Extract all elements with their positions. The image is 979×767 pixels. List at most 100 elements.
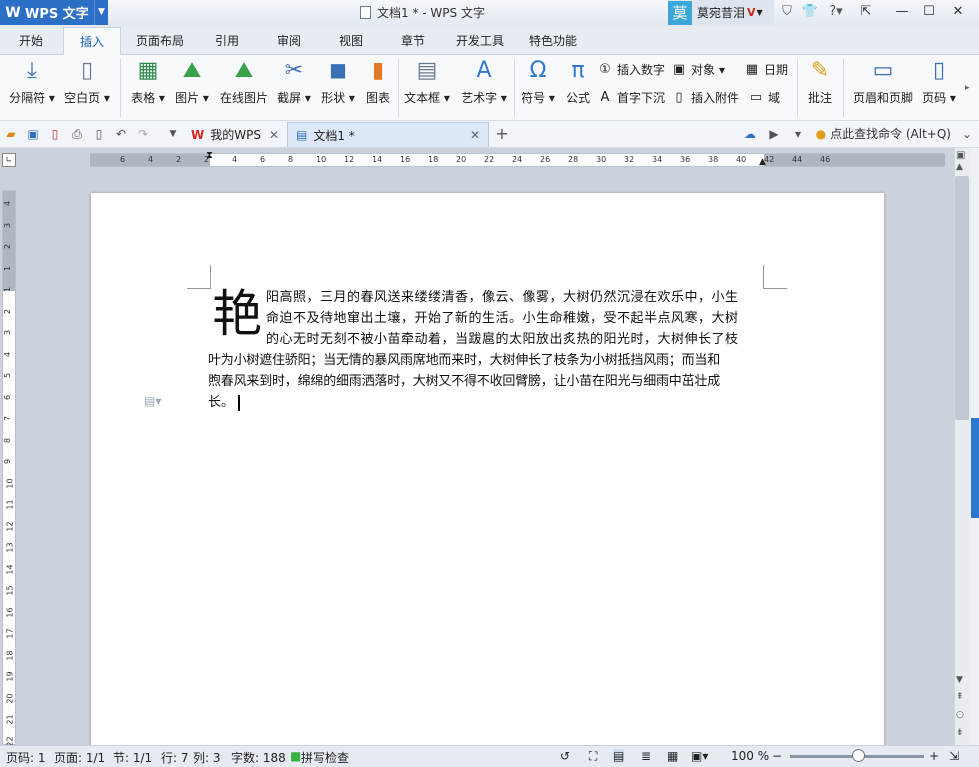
horizontal-ruler[interactable]: 6 4 2 2 4 6 8 10 12 14 16 18 20 22 24 26 28 30 32 34 36 38 40 4… — [90, 153, 945, 167]
app-menu-button[interactable]: W WPS 文字 ▼ — [0, 0, 108, 25]
status-word-count[interactable]: 字数: 188 — [231, 749, 286, 766]
new-tab-icon[interactable]: + — [493, 125, 511, 143]
minimize-button[interactable]: — — [889, 2, 915, 22]
status-page[interactable]: 页码: 1 — [6, 749, 46, 766]
split-view-icon[interactable]: ▣ — [956, 150, 965, 161]
page-break-button[interactable]: ⤓ 分隔符 ▾ — [6, 57, 58, 106]
chart-button[interactable]: ▮ 图表 — [362, 57, 394, 106]
tab-view[interactable]: 视图 — [328, 27, 374, 55]
zoom-out-icon[interactable]: − — [772, 749, 782, 763]
text-line: 煦春风来到时，绵绵的细雨洒落时，大树又不得不收回臂膀，让小苗在阳光与细雨中茁壮成 — [208, 374, 721, 389]
symbol-button[interactable]: Ω 符号 ▾ — [518, 57, 558, 106]
page-number-button[interactable]: ▯ 页码 ▾ — [920, 57, 958, 106]
zoom-slider-handle[interactable] — [852, 749, 865, 762]
omega-icon: Ω — [529, 58, 547, 83]
textbox-button[interactable]: ▤ 文本框 ▾ — [402, 57, 452, 106]
zoom-in-icon[interactable]: + — [929, 749, 939, 763]
shirt-skin-icon[interactable]: 👕 — [801, 3, 819, 21]
spell-check-button[interactable]: 拼写检查 — [301, 749, 349, 766]
ribbon-expand-icon[interactable]: ▸ — [965, 83, 970, 93]
export-pdf-icon[interactable]: ▯ — [46, 125, 64, 143]
wordart-button[interactable]: A 艺术字 ▾ — [458, 57, 510, 106]
insert-number-button[interactable]: ① 插入数字 — [597, 61, 665, 78]
help-icon[interactable]: ?▾ — [825, 3, 847, 21]
chevron-down-icon[interactable]: ▼ — [757, 8, 763, 17]
redo-icon[interactable]: ↷ — [134, 125, 152, 143]
vip-badge[interactable]: V — [747, 6, 756, 19]
tab-page-layout[interactable]: 页面布局 — [128, 27, 192, 55]
undo-icon[interactable]: ↶ — [112, 125, 130, 143]
screenshot-button[interactable]: ✂ 截屏 ▾ — [274, 57, 314, 106]
full-screen-icon[interactable]: ⛶ — [589, 749, 597, 764]
formula-button[interactable]: π 公式 — [562, 57, 594, 106]
open-folder-icon[interactable]: ▰ — [2, 125, 20, 143]
next-page-icon[interactable]: ⇟ — [956, 728, 964, 738]
tab-section[interactable]: 章节 — [390, 27, 436, 55]
maximize-button[interactable]: ☐ — [916, 2, 942, 22]
paragraph-layout-icon[interactable]: ▤▾ — [144, 394, 161, 408]
customize-toolbar-icon[interactable]: ▼ — [164, 125, 182, 143]
print-icon[interactable]: ⎙ — [68, 125, 86, 143]
indent-marker-icon[interactable]: ⧗ — [206, 150, 213, 161]
command-search[interactable]: ● 点此查找命令 (Alt+Q) — [816, 125, 951, 142]
outline-view-icon[interactable]: ≣ — [641, 749, 651, 763]
tab-insert[interactable]: 插入 — [63, 27, 121, 56]
close-tab-icon[interactable]: ✕ — [470, 128, 480, 142]
zoom-level[interactable]: 100 % — [731, 749, 769, 763]
web-view-icon[interactable]: ▦ — [667, 749, 678, 763]
cloud-icon[interactable]: ☁ — [741, 125, 759, 143]
insert-attachment-button[interactable]: ▯ 插入附件 — [671, 89, 739, 106]
picture-button[interactable]: ⛰ 图片 ▾ — [172, 57, 212, 106]
browse-object-icon[interactable]: ○ — [956, 710, 964, 720]
online-picture-button[interactable]: ⛰ 在线图片 — [218, 57, 270, 106]
fit-page-icon[interactable]: ⇲ — [949, 749, 959, 763]
date-button[interactable]: ▦ 日期 — [744, 61, 788, 78]
chevron-down-icon[interactable]: ⌄ — [958, 125, 976, 143]
scrollbar-thumb[interactable] — [955, 176, 969, 420]
right-indent-marker-icon[interactable]: ▲ — [759, 157, 766, 167]
drop-cap-button[interactable]: A 首字下沉 — [597, 89, 665, 106]
close-button[interactable]: ✕ — [945, 2, 971, 22]
status-section[interactable]: 节: 1/1 — [113, 749, 152, 766]
shield-icon[interactable]: ⛉ — [778, 3, 796, 21]
status-col[interactable]: 列: 3 — [193, 749, 221, 766]
scroll-down-icon[interactable]: ▼ — [956, 675, 963, 685]
tab-stop-selector[interactable]: ∟ — [2, 153, 16, 167]
field-button[interactable]: ▭ 域 — [748, 89, 780, 106]
comment-button[interactable]: ✎ 批注 — [803, 57, 837, 106]
scroll-up-icon[interactable]: ▲ — [956, 162, 963, 172]
object-button[interactable]: ▣ 对象 ▾ — [671, 61, 725, 78]
ruler-number: 40 — [736, 155, 747, 164]
user-account[interactable]: 莫 莫宛昔泪 V ▼ — [668, 0, 774, 25]
print-preview-icon[interactable]: ▯ — [90, 125, 108, 143]
save-icon[interactable]: ▣ — [24, 125, 42, 143]
table-icon: ▦ — [137, 58, 159, 83]
tab-document-1[interactable]: ▤ 文档1 * ✕ — [287, 122, 489, 147]
status-pages[interactable]: 页面: 1/1 — [54, 749, 105, 766]
close-tab-icon[interactable]: ✕ — [269, 128, 279, 142]
tab-home[interactable]: 开始 — [8, 27, 54, 55]
restore-ribbon-button[interactable]: ⇱ — [853, 2, 879, 22]
table-button[interactable]: ▦ 表格 ▾ — [128, 57, 168, 106]
user-name[interactable]: 莫宛昔泪 — [697, 4, 745, 21]
vertical-ruler[interactable]: 4 3 2 1 1 2 3 4 5 6 7 8 9 10 11 12 13 14 15 16 17 18 19 20 21 22 — [2, 190, 16, 746]
tab-references[interactable]: 引用 — [204, 27, 250, 55]
tab-review[interactable]: 审阅 — [266, 27, 312, 55]
page-view-icon[interactable]: ▤ — [613, 749, 625, 763]
previous-page-icon[interactable]: ⇞ — [956, 692, 964, 702]
history-icon[interactable]: ↺ — [560, 749, 570, 763]
send-icon[interactable]: ▾ — [789, 125, 807, 143]
ruler-number: 8 — [288, 155, 294, 164]
tab-my-wps[interactable]: W 我的WPS ✕ — [183, 122, 287, 147]
tab-special-features[interactable]: 特色功能 — [522, 27, 584, 55]
share-icon[interactable]: ▶ — [765, 125, 783, 143]
chevron-down-icon[interactable]: ▼ — [94, 0, 108, 25]
header-footer-button[interactable]: ▭ 页眉和页脚 — [850, 57, 916, 106]
blank-page-button[interactable]: ▯ 空白页 ▾ — [62, 57, 112, 106]
reading-mode-icon[interactable]: ▣▾ — [691, 749, 708, 763]
tab-developer[interactable]: 开发工具 — [450, 27, 510, 55]
status-row[interactable]: 行: 7 — [161, 749, 189, 766]
side-panel-toggle[interactable] — [971, 418, 979, 518]
avatar[interactable]: 莫 — [668, 0, 692, 25]
shapes-button[interactable]: ◼ 形状 ▾ — [318, 57, 358, 106]
